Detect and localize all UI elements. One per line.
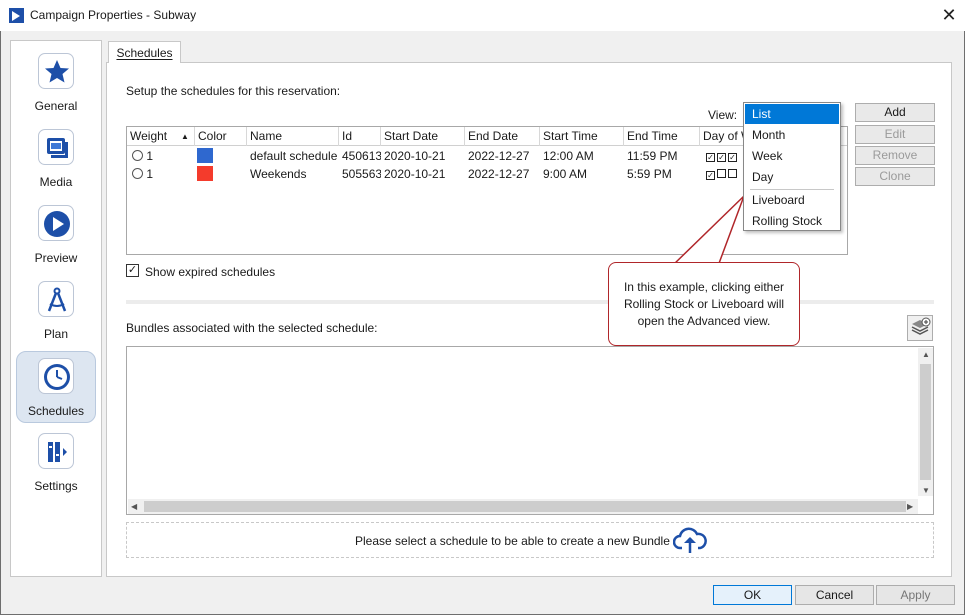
row-id: 505563 — [342, 167, 381, 181]
clone-button[interactable]: Clone — [855, 167, 935, 186]
layers-icon — [911, 317, 931, 335]
column-header-start-date[interactable]: Start Date — [381, 127, 465, 146]
sidebar-item-preview[interactable]: Preview — [16, 199, 96, 271]
row-end-time: 5:59 PM — [627, 167, 672, 181]
callout-joint — [675, 263, 729, 266]
menu-item-week[interactable]: Week — [745, 146, 839, 166]
cloud-upload-icon — [673, 527, 707, 553]
cancel-button[interactable]: Cancel — [795, 585, 874, 605]
table-header: Weight ▲ Color Name Id Start Date End Dat… — [127, 127, 847, 146]
view-label: View: — [708, 108, 738, 122]
sidebar-item-label: Media — [39, 175, 73, 189]
edit-button[interactable]: Edit — [855, 125, 935, 144]
callout-note: In this example, clicking either Rolling… — [608, 262, 800, 346]
menu-item-day[interactable]: Day — [745, 167, 839, 187]
media-icon — [38, 129, 74, 165]
settings-icon — [38, 433, 74, 469]
sidebar-item-label: Preview — [34, 251, 78, 265]
bundles-icon-button[interactable] — [907, 315, 933, 341]
row-days: ✓ ✓ ✓ — [706, 153, 737, 162]
play-icon — [38, 205, 74, 241]
star-icon — [38, 53, 74, 89]
title-bar: Campaign Properties - Subway ✕ — [0, 0, 965, 31]
sidebar-item-schedules[interactable]: Schedules — [16, 351, 96, 423]
column-header-name[interactable]: Name — [247, 127, 339, 146]
row-start-time: 9:00 AM — [543, 167, 588, 181]
column-header-end-date[interactable]: End Date — [465, 127, 540, 146]
color-swatch — [197, 148, 213, 163]
column-header-id[interactable]: Id — [339, 127, 381, 146]
sidebar-item-plan[interactable]: Plan — [16, 275, 96, 347]
horizontal-scroll-thumb[interactable] — [144, 501, 906, 512]
close-icon[interactable]: ✕ — [938, 4, 960, 26]
sidebar-item-label: Settings — [34, 479, 78, 493]
show-expired-checkbox[interactable]: ✓ — [126, 264, 139, 277]
view-dropdown-menu[interactable]: List Month Week Day Liveboard Rolling St… — [743, 102, 841, 231]
remove-button[interactable]: Remove — [855, 146, 935, 165]
column-header-day-of-week[interactable]: Day of W — [700, 127, 748, 146]
menu-item-rolling-stock[interactable]: Rolling Stock — [745, 211, 839, 231]
app-icon — [9, 8, 24, 23]
scroll-down-icon[interactable]: ▼ — [922, 486, 930, 495]
scroll-left-icon[interactable]: ◀ — [131, 502, 137, 511]
new-bundle-message: Please select a schedule to be able to c… — [355, 534, 670, 548]
compass-icon — [38, 281, 74, 317]
sidebar-item-label: Schedules — [27, 404, 85, 418]
column-header-color[interactable]: Color — [195, 127, 247, 146]
menu-item-liveboard[interactable]: Liveboard — [745, 190, 839, 210]
divider — [126, 300, 934, 304]
schedules-instruction: Setup the schedules for this reservation… — [126, 84, 341, 98]
row-start-date: 2020-10-21 — [384, 149, 446, 163]
scroll-up-icon[interactable]: ▲ — [922, 350, 930, 359]
add-button[interactable]: Add — [855, 103, 935, 122]
sidebar-item-settings[interactable]: Settings — [16, 427, 96, 499]
row-days: ✓ — [703, 165, 745, 183]
table-row[interactable]: 1 Weekends 505563 2020-10-21 2022-12-27 … — [127, 165, 847, 183]
row-end-time: 11:59 PM — [627, 149, 678, 163]
row-start-date: 2020-10-21 — [384, 167, 446, 181]
sidebar-item-media[interactable]: Media — [16, 123, 96, 195]
column-header-start-time[interactable]: Start Time — [540, 127, 624, 146]
menu-item-list[interactable]: List — [745, 104, 839, 124]
column-header-weight[interactable]: Weight ▲ — [127, 127, 195, 146]
row-name: default schedule — [250, 149, 338, 163]
show-expired-label: Show expired schedules — [145, 265, 276, 279]
row-weight: 1 — [146, 149, 154, 163]
row-end-date: 2022-12-27 — [468, 167, 530, 181]
row-id: 450613 — [342, 149, 381, 163]
vertical-scroll-thumb[interactable] — [920, 364, 931, 480]
new-bundle-dropzone[interactable]: Please select a schedule to be able to c… — [126, 522, 934, 558]
window-title: Campaign Properties - Subway — [30, 8, 197, 22]
bundles-list[interactable] — [126, 346, 934, 515]
callout-text: In this example, clicking either Rolling… — [623, 280, 785, 328]
sidebar-item-label: General — [34, 99, 78, 113]
sidebar: General Media Preview Plan Schedules Set… — [10, 40, 102, 577]
table-row[interactable]: 1 default schedule 450613 2020-10-21 202… — [127, 147, 847, 165]
clock-icon — [132, 168, 143, 179]
row-weight: 1 — [146, 167, 154, 181]
clock-icon — [132, 150, 143, 161]
clock-icon — [38, 358, 74, 394]
row-end-date: 2022-12-27 — [468, 149, 530, 163]
tab-schedules[interactable]: Schedules — [108, 41, 181, 63]
ok-button[interactable]: OK — [713, 585, 792, 605]
menu-item-month[interactable]: Month — [745, 125, 839, 145]
scroll-right-icon[interactable]: ▶ — [907, 502, 913, 511]
sidebar-item-general[interactable]: General — [16, 47, 96, 119]
apply-button[interactable]: Apply — [876, 585, 955, 605]
column-header-end-time[interactable]: End Time — [624, 127, 700, 146]
sidebar-item-label: Plan — [43, 327, 69, 341]
color-swatch — [197, 166, 213, 181]
row-start-time: 12:00 AM — [543, 149, 594, 163]
bundles-label: Bundles associated with the selected sch… — [126, 321, 378, 335]
row-name: Weekends — [250, 167, 307, 181]
